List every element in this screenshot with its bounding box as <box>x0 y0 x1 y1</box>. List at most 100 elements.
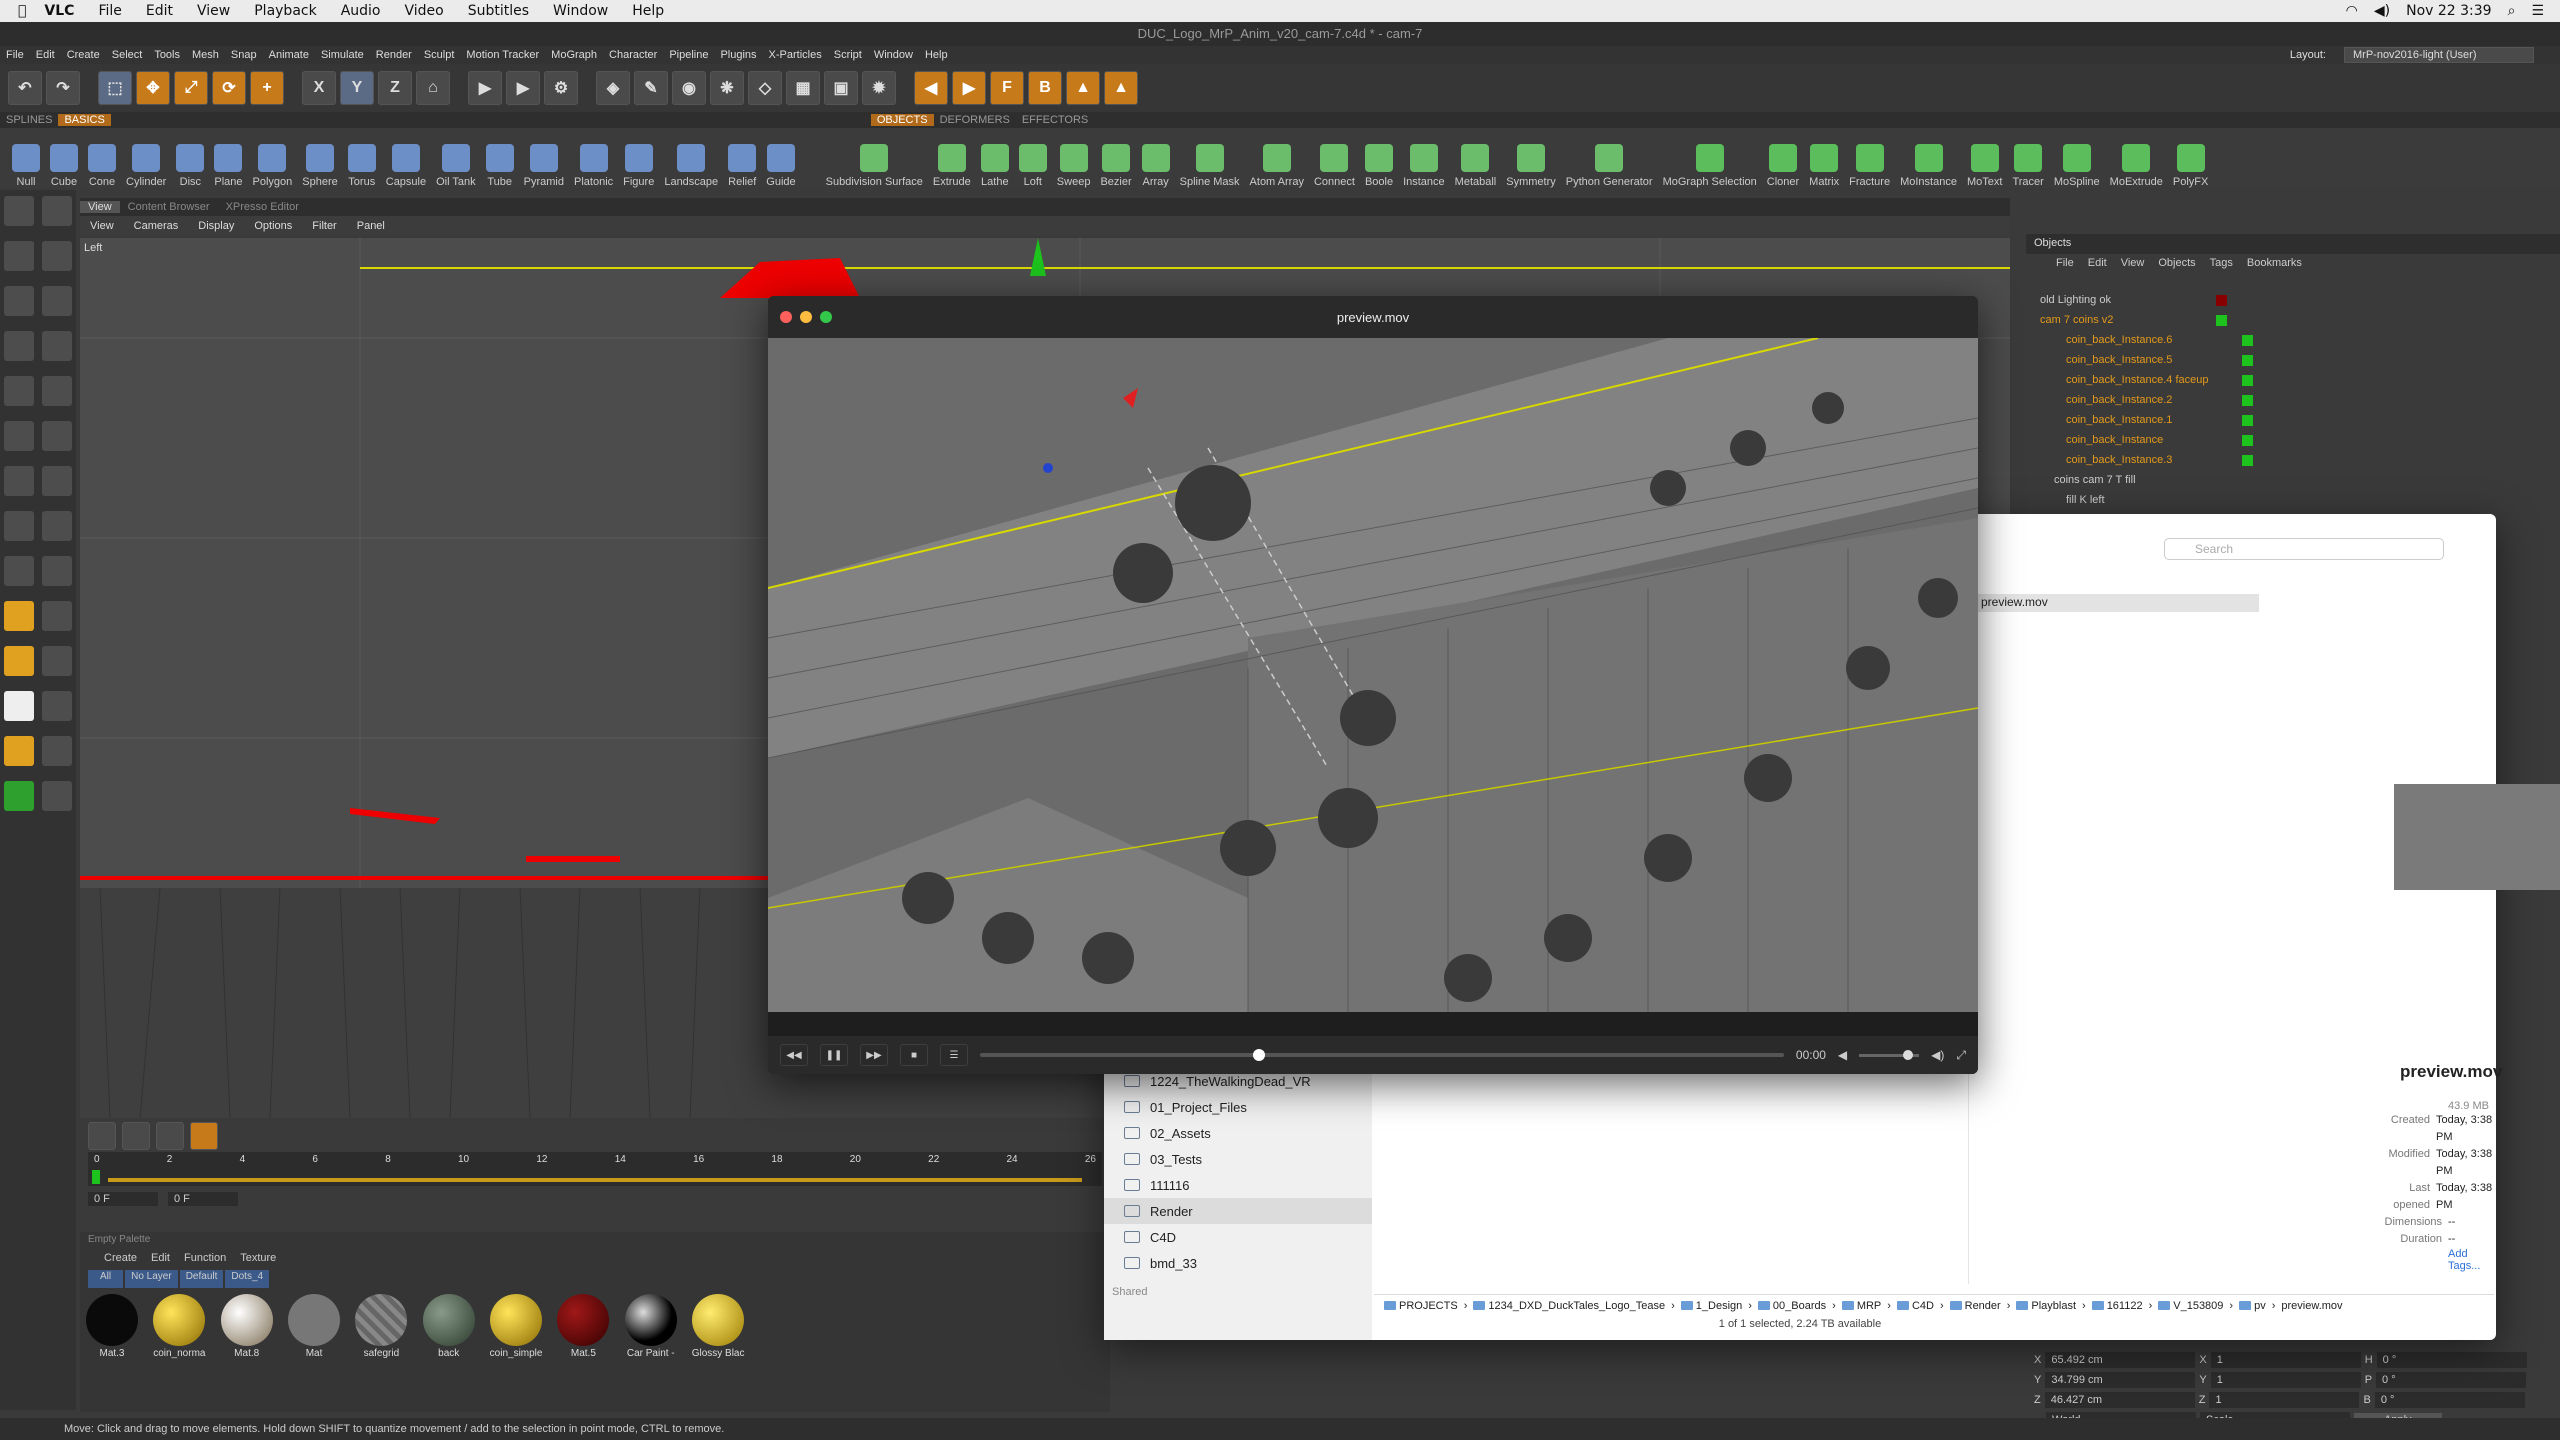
path-segment[interactable]: C4D <box>1896 1300 1934 1312</box>
f-key-icon[interactable]: F <box>990 71 1024 105</box>
spline-mask-button[interactable]: Spline Mask <box>1180 144 1240 188</box>
tab-deformers[interactable]: DEFORMERS <box>934 114 1016 126</box>
sidebar-item[interactable]: C4D <box>1104 1224 1372 1250</box>
material-swatch[interactable]: coin_simple <box>488 1294 544 1359</box>
video-frame[interactable] <box>768 337 1978 1012</box>
up-key2-icon[interactable]: ▲ <box>1104 71 1138 105</box>
python-generator-button[interactable]: Python Generator <box>1566 144 1653 188</box>
pos-y-field[interactable]: 34.799 cm <box>2045 1372 2196 1388</box>
add-tool-icon[interactable]: + <box>250 71 284 105</box>
cone-button[interactable]: Cone <box>88 144 116 188</box>
loft-button[interactable]: Loft <box>1018 144 1047 188</box>
c4d-menu-pipeline[interactable]: Pipeline <box>669 49 708 61</box>
select-tool-icon[interactable]: ⬚ <box>98 71 132 105</box>
menu-video[interactable]: Video <box>405 3 444 19</box>
grid-icon[interactable] <box>42 511 72 541</box>
rewind-icon[interactable]: ◀◀ <box>780 1044 808 1066</box>
menu-playback[interactable]: Playback <box>254 3 316 19</box>
object-row[interactable]: old Lighting ok <box>2026 290 2560 310</box>
fast-forward-icon[interactable]: ▶▶ <box>860 1044 888 1066</box>
tab-splines[interactable]: SPLINES <box>0 114 58 126</box>
c4d-menu-render[interactable]: Render <box>376 49 412 61</box>
c4d-menu-mesh[interactable]: Mesh <box>192 49 219 61</box>
object-row[interactable]: coin_back_Instance <box>2026 430 2560 450</box>
sidebar-item[interactable]: 03_Tests <box>1104 1146 1372 1172</box>
seek-slider[interactable] <box>980 1049 1784 1061</box>
material-swatch[interactable]: Mat.3 <box>84 1294 140 1359</box>
pos-x-field[interactable]: 65.492 cm <box>2045 1352 2196 1368</box>
cloner-icon[interactable]: ❋ <box>710 71 744 105</box>
fullscreen-icon[interactable]: ⤢ <box>1956 1048 1966 1063</box>
volume-icon[interactable]: ◀) <box>2374 3 2390 19</box>
snap-icon[interactable] <box>4 511 34 541</box>
object-row[interactable]: coin_back_Instance.3 <box>2026 450 2560 470</box>
render-view-icon[interactable]: ▶ <box>468 71 502 105</box>
path-segment[interactable]: PROJECTS <box>1384 1300 1458 1312</box>
polygon-button[interactable]: Polygon <box>253 144 292 188</box>
sphere-button[interactable]: Sphere <box>302 144 338 188</box>
mat-filter-dots4[interactable]: Dots_4 <box>225 1270 270 1288</box>
c4d-menu-animate[interactable]: Animate <box>269 49 309 61</box>
list-icon[interactable]: ☰ <box>2531 3 2544 19</box>
material-swatch[interactable]: Mat.5 <box>555 1294 611 1359</box>
mat-filter-nolayer[interactable]: No Layer <box>125 1270 178 1288</box>
play-back-icon[interactable]: ◀ <box>914 71 948 105</box>
tab-effectors[interactable]: EFFECTORS <box>1016 114 1094 126</box>
path-segment[interactable]: 00_Boards <box>1757 1300 1826 1312</box>
sidebar-item[interactable]: Render <box>1104 1198 1372 1224</box>
vlc-titlebar[interactable]: preview.mov <box>768 296 1978 338</box>
c4d-menu-file[interactable]: File <box>6 49 24 61</box>
leaf-icon[interactable] <box>4 781 34 811</box>
c4d-menu-create[interactable]: Create <box>67 49 100 61</box>
bevel-tool-icon[interactable] <box>42 466 72 496</box>
vp-menu-panel[interactable]: Panel <box>347 220 395 232</box>
atom-array-button[interactable]: Atom Array <box>1250 144 1304 188</box>
rot-b-field[interactable]: 0 ° <box>2374 1392 2525 1408</box>
light-icon[interactable]: ✹ <box>862 71 896 105</box>
material-swatch[interactable]: coin_norma <box>151 1294 207 1359</box>
c4d-menu-simulate[interactable]: Simulate <box>321 49 364 61</box>
om-menu-view[interactable]: View <box>2121 257 2145 271</box>
vp-menu-cameras[interactable]: Cameras <box>124 220 189 232</box>
material-swatch[interactable]: Car Paint - <box>623 1294 679 1359</box>
s-plugin-icon[interactable] <box>4 601 34 631</box>
object-row[interactable]: coins cam 7 T fill <box>2026 470 2560 490</box>
subdivision-button[interactable]: Subdivision Surface <box>826 144 923 188</box>
vp-menu-display[interactable]: Display <box>188 220 244 232</box>
pen-icon[interactable]: ✎ <box>634 71 668 105</box>
timeline-gear-icon[interactable] <box>88 1122 116 1150</box>
grid4-icon[interactable] <box>42 691 72 721</box>
tab-objects[interactable]: OBJECTS <box>870 114 934 126</box>
vp-menu-options[interactable]: Options <box>244 220 302 232</box>
mat-filter-all[interactable]: All <box>88 1270 124 1288</box>
extrude-tool-icon[interactable] <box>42 421 72 451</box>
mat-menu-function[interactable]: Function <box>184 1252 226 1268</box>
menu-subtitles[interactable]: Subtitles <box>468 3 529 19</box>
tube-button[interactable]: Tube <box>485 144 514 188</box>
x-axis-icon[interactable]: X <box>302 71 336 105</box>
c4d-menu-character[interactable]: Character <box>609 49 657 61</box>
mat-menu-edit[interactable]: Edit <box>151 1252 170 1268</box>
cube-icon[interactable]: ◈ <box>596 71 630 105</box>
mat-filter-default[interactable]: Default <box>179 1270 224 1288</box>
timeline-keyframe-icon[interactable] <box>156 1122 184 1150</box>
tab-basics[interactable]: BASICS <box>58 114 111 126</box>
c4d-menu-script[interactable]: Script <box>834 49 862 61</box>
instance-button[interactable]: Instance <box>1403 144 1445 188</box>
landscape-button[interactable]: Landscape <box>664 144 718 188</box>
path-segment[interactable]: Playblast <box>2016 1300 2076 1312</box>
matrix-button[interactable]: Matrix <box>1809 144 1839 188</box>
menu-edit[interactable]: Edit <box>146 3 173 19</box>
om-menu-objects[interactable]: Objects <box>2158 257 2195 271</box>
menu-audio[interactable]: Audio <box>341 3 381 19</box>
null-button[interactable]: Null <box>12 144 40 188</box>
floor-icon[interactable]: ▦ <box>786 71 820 105</box>
tab-xpresso-editor[interactable]: XPresso Editor <box>218 201 307 213</box>
b-key-icon[interactable]: B <box>1028 71 1062 105</box>
c4d-menu-snap[interactable]: Snap <box>231 49 257 61</box>
scale-z-field[interactable]: 1 <box>2209 1392 2360 1408</box>
path-segment[interactable]: MRP <box>1841 1300 1881 1312</box>
timeline-pen-icon[interactable] <box>190 1122 218 1150</box>
object-row[interactable]: coin_back_Instance.5 <box>2026 350 2560 370</box>
material-swatch[interactable]: Mat.8 <box>219 1294 275 1359</box>
